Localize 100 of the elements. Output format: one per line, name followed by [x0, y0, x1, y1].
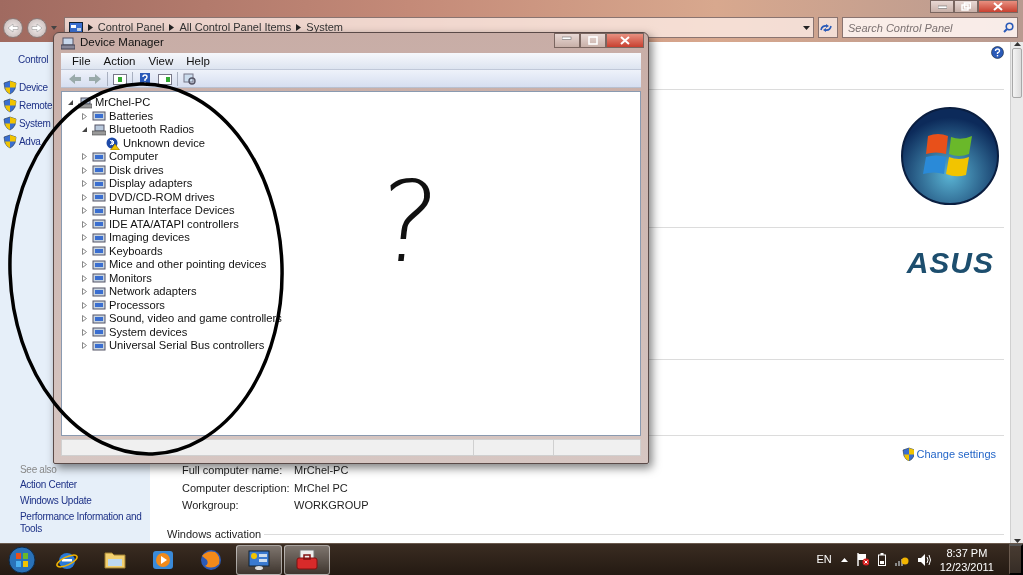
minimize-button[interactable]: [930, 0, 954, 13]
expand-arrow-icon[interactable]: [80, 300, 89, 310]
device-icon: [92, 326, 106, 339]
expand-arrow-icon[interactable]: [80, 192, 89, 202]
taskbar-button[interactable]: [236, 544, 282, 575]
expand-arrow-icon[interactable]: [80, 246, 89, 256]
tree-item[interactable]: Disk drives: [109, 163, 164, 177]
forward-button[interactable]: [27, 17, 47, 38]
button-glyph-icon: [31, 22, 43, 33]
expand-arrow-icon[interactable]: [80, 260, 89, 270]
sidebar-link[interactable]: Adva: [19, 133, 41, 149]
clock[interactable]: 8:37 PM 12/23/2011: [939, 545, 994, 574]
expand-arrow-icon[interactable]: [80, 314, 89, 324]
tree-item[interactable]: Bluetooth Radios: [109, 123, 195, 137]
scroll-down-arrow-icon: [1013, 539, 1021, 543]
sidebar-link[interactable]: Device: [19, 79, 48, 95]
refresh-button[interactable]: [818, 17, 838, 38]
tree-item[interactable]: System devices: [109, 325, 188, 339]
tree-item[interactable]: Human Interface Devices: [109, 204, 235, 218]
tree-item[interactable]: Computer: [109, 150, 159, 164]
button-glyph-icon: [7, 22, 19, 33]
breadcrumb-item[interactable]: Control Panel: [97, 19, 165, 36]
button-glyph-icon: [7, 544, 37, 575]
scan-button[interactable]: [182, 70, 198, 87]
tree-item[interactable]: Mice and other pointing devices: [109, 258, 267, 272]
expand-arrow-icon[interactable]: [80, 287, 89, 297]
brand-logo: ASUS: [906, 248, 994, 279]
tree-item[interactable]: Keyboards: [109, 244, 163, 258]
device-icon: [92, 150, 106, 163]
expand-arrow-icon[interactable]: [80, 165, 89, 175]
field-label: Computer description:: [182, 480, 291, 496]
button-glyph-icon: [993, 2, 1003, 11]
language-indicator[interactable]: EN: [816, 551, 832, 568]
change-settings-link[interactable]: Change settings: [916, 445, 996, 463]
tree-item[interactable]: Universal Serial Bus controllers: [109, 339, 265, 353]
tree-item[interactable]: Unknown device: [123, 136, 206, 150]
expand-arrow-icon[interactable]: [80, 273, 89, 283]
scroll-up-arrow-icon: [1013, 42, 1021, 46]
menu-item[interactable]: View: [142, 53, 180, 69]
expand-arrow-icon[interactable]: [80, 219, 89, 229]
sidebar-link[interactable]: Action Center: [0, 479, 150, 491]
close-button[interactable]: [606, 33, 644, 48]
button-glyph-icon: [620, 36, 630, 45]
menu-item[interactable]: Action: [97, 53, 142, 69]
expand-arrow-icon[interactable]: [80, 111, 89, 121]
scrollbar-thumb[interactable]: [1012, 47, 1022, 98]
menu-item[interactable]: File: [66, 53, 97, 69]
dropdown-arrow-icon: [51, 25, 57, 30]
tree-item[interactable]: Imaging devices: [109, 231, 190, 245]
minimize-button[interactable]: [554, 33, 580, 48]
button-glyph-icon: [88, 72, 102, 85]
button-glyph-icon: [113, 72, 127, 85]
expand-arrow-icon[interactable]: [80, 152, 89, 162]
device-icon: [92, 245, 106, 258]
expand-arrow-icon[interactable]: [80, 206, 89, 216]
back-button[interactable]: [3, 17, 23, 38]
expand-arrow-icon[interactable]: [80, 179, 89, 189]
maximize-button[interactable]: [580, 33, 606, 48]
search-icon: [1003, 22, 1014, 33]
expand-arrow-icon[interactable]: [80, 327, 89, 337]
button-glyph-icon: [158, 72, 172, 85]
search-field[interactable]: Search Control Panel: [842, 17, 1018, 38]
clock-date: 12/23/2011: [939, 559, 994, 574]
sidebar-link[interactable]: Performance Information and Tools: [0, 511, 150, 535]
toolbox-icon: [295, 547, 319, 572]
taskbar-button[interactable]: [284, 544, 330, 575]
collapse-arrow-icon[interactable]: [80, 125, 89, 135]
breadcrumb-item[interactable]: System: [306, 19, 343, 36]
tree-item[interactable]: Processors: [109, 298, 165, 312]
computer-icon: [78, 96, 92, 109]
breadcrumb-item[interactable]: All Control Panel Items: [179, 19, 292, 36]
button-glyph-icon: [937, 4, 947, 9]
sidebar-link[interactable]: Remote: [19, 97, 53, 113]
tree-item[interactable]: Monitors: [109, 271, 152, 285]
expand-arrow-icon[interactable]: [80, 341, 89, 351]
computer-icon: [92, 123, 106, 136]
tree-item[interactable]: Display adapters: [109, 177, 193, 191]
close-button[interactable]: [978, 0, 1018, 13]
sidebar-link[interactable]: System: [19, 115, 51, 131]
tree-item[interactable]: Batteries: [109, 109, 154, 123]
shield-icon: [901, 447, 914, 461]
section-heading: Windows activation: [167, 527, 262, 543]
clock-time: 8:37 PM: [946, 545, 988, 560]
restore-button[interactable]: [954, 0, 978, 13]
control-panel-icon: [247, 547, 271, 572]
button-glyph-icon: [819, 22, 833, 33]
collapse-arrow-icon[interactable]: [66, 98, 75, 108]
tree-item[interactable]: DVD/CD-ROM drives: [109, 190, 215, 204]
device-icon: [92, 312, 106, 325]
sidebar-link[interactable]: Windows Update: [0, 495, 150, 507]
dropdown-arrow-icon: [803, 25, 811, 30]
show-desktop-button[interactable]: [1009, 544, 1023, 575]
device-icon: [92, 272, 106, 285]
menu-item[interactable]: Help: [180, 53, 216, 69]
tree-item[interactable]: IDE ATA/ATAPI controllers: [109, 217, 239, 231]
tree-item[interactable]: Network adapters: [109, 285, 197, 299]
expand-arrow-icon[interactable]: [80, 233, 89, 243]
tree-item[interactable]: MrChel-PC: [95, 96, 151, 110]
control-panel-home-link[interactable]: Control: [18, 54, 49, 65]
shield-icon: [3, 115, 17, 131]
